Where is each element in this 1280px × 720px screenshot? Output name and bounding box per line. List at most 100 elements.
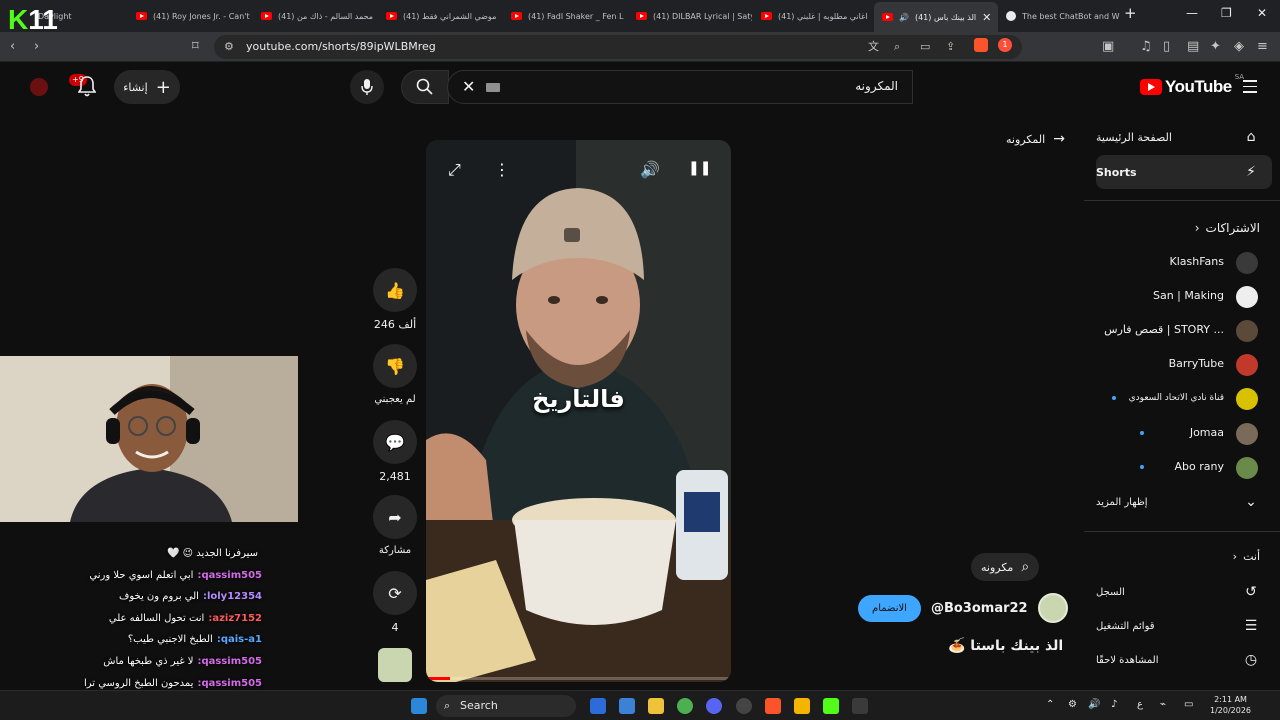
close-tab-icon[interactable]: ✕ xyxy=(982,11,991,24)
media-icon[interactable]: ♫ xyxy=(1140,39,1152,55)
share-button[interactable]: ➦ xyxy=(373,495,417,539)
channel-handle[interactable]: @Bo3omar22 xyxy=(931,601,1028,616)
sidebar-channel[interactable]: KlashFans xyxy=(1096,247,1272,277)
sound-thumbnail[interactable] xyxy=(378,648,412,682)
app-icon[interactable] xyxy=(590,698,606,714)
taskbar-search[interactable]: ⌕ Search xyxy=(436,695,576,717)
kick-icon[interactable] xyxy=(823,698,839,714)
battery-icon[interactable]: ▭ xyxy=(1184,699,1193,710)
chat-username[interactable]: qassim505: xyxy=(197,678,262,689)
sidebar-channel[interactable]: قصص فارس | STORY ... xyxy=(1096,315,1272,345)
subscriptions-header[interactable]: الاشتراكات ‹ xyxy=(1195,221,1260,235)
brave-icon[interactable] xyxy=(765,698,781,714)
sidebar-channel[interactable]: Abo rany xyxy=(1096,452,1272,482)
maximize-button[interactable]: ❐ xyxy=(1221,6,1232,20)
sidebar-item-watch-later[interactable]: المشاهدة لاحقًا ◷ xyxy=(1096,643,1272,677)
brave-rewards-icon[interactable]: 1 xyxy=(998,38,1012,52)
chat-username[interactable]: qassim505: xyxy=(197,570,262,581)
sidebar-channel[interactable]: قناة نادي الاتحاد السعودي xyxy=(1096,383,1272,413)
shorts-video-player[interactable]: ⤢ ⋮ 🔊 ❚❚ فالتاريخ xyxy=(426,140,731,682)
new-tab-button[interactable]: + xyxy=(1124,4,1137,22)
browser-tab[interactable]: (41) موضي الشمراني فقط xyxy=(378,4,502,28)
you-header[interactable]: أنت ‹ xyxy=(1233,550,1260,563)
app-icon[interactable] xyxy=(736,698,752,714)
share-icon[interactable]: ⇪ xyxy=(946,39,955,55)
chat-username[interactable]: aziz7152: xyxy=(208,613,262,624)
search-suggestion-chip[interactable]: ⌕ مكرونه xyxy=(971,553,1040,581)
cast-icon[interactable]: ▭ xyxy=(920,39,930,55)
browser-tab-active[interactable]: 🔊 (41) الذ بينك باس ✕ xyxy=(874,2,998,32)
translate-icon[interactable]: 文 xyxy=(868,39,879,55)
tray-chevron-icon[interactable]: ⌃ xyxy=(1046,699,1054,710)
wallet-icon[interactable]: ▤ xyxy=(1187,39,1199,55)
sidebar-item-history[interactable]: السجل ↺ xyxy=(1096,575,1272,609)
show-more-button[interactable]: إظهار المزيد ⌄ xyxy=(1096,485,1272,519)
app-icon[interactable] xyxy=(852,698,868,714)
bookmark-icon[interactable]: ⌑ xyxy=(192,39,199,55)
site-info-icon[interactable]: ⚙ xyxy=(224,39,234,55)
sidebar-item-playlists[interactable]: قوائم التشغيل ☰ xyxy=(1096,609,1272,643)
keyboard-icon[interactable] xyxy=(486,83,500,92)
browser-tab[interactable]: (41) اغاني مطلوبه | غلبني xyxy=(753,4,877,28)
language-indicator[interactable]: ع xyxy=(1137,699,1143,710)
vpn-icon[interactable]: ◈ xyxy=(1234,39,1244,55)
like-button[interactable]: 👍 xyxy=(373,268,417,312)
forward-icon[interactable]: › xyxy=(34,39,39,55)
sidebar-channel[interactable]: Jomaa xyxy=(1096,418,1272,448)
webcam-person xyxy=(0,356,298,522)
volume-tray-icon[interactable]: 🔊 xyxy=(1088,699,1100,710)
pause-icon[interactable]: ❚❚ xyxy=(688,160,711,176)
volume-icon[interactable]: 🔊 xyxy=(640,160,660,179)
reader-icon[interactable]: ▣ xyxy=(1102,39,1114,55)
avatar[interactable] xyxy=(30,78,48,96)
system-clock[interactable]: 2:11 AM 1/20/2026 xyxy=(1210,694,1251,716)
browser-tab[interactable]: (41) Roy Jones Jr. - Can't xyxy=(128,4,252,28)
remix-button[interactable]: ⟳ xyxy=(373,571,417,615)
ai-icon[interactable]: ✦ xyxy=(1210,39,1221,55)
sidebar-item-home[interactable]: الصفحة الرئيسية ⌂ xyxy=(1096,120,1272,154)
chat-username[interactable]: qais-a1: xyxy=(217,634,262,645)
join-button[interactable]: الانضمام xyxy=(858,594,921,622)
search-input[interactable]: ✕ المكرونه xyxy=(447,70,913,104)
back-to-results-link[interactable]: → المكرونه xyxy=(1006,131,1065,147)
create-button[interactable]: + إنشاء xyxy=(114,70,180,104)
clear-search-icon[interactable]: ✕ xyxy=(462,77,475,96)
chrome-icon[interactable] xyxy=(677,698,693,714)
mic-tray-icon[interactable]: ♪ xyxy=(1111,699,1117,710)
browser-tab[interactable]: (41) محمد السالم - ذاك من xyxy=(253,4,377,28)
dislike-button[interactable]: 👎 xyxy=(373,344,417,388)
back-icon[interactable]: ‹ xyxy=(10,39,15,55)
app-icon[interactable] xyxy=(794,698,810,714)
sidebar-channel[interactable]: San | Making xyxy=(1096,281,1272,311)
network-icon[interactable]: ⌁ xyxy=(1160,699,1166,710)
discord-icon[interactable] xyxy=(706,698,722,714)
voice-search-button[interactable] xyxy=(350,70,384,104)
browser-tab[interactable]: (41) DILBAR Lyrical | Saty xyxy=(628,4,752,28)
browser-tab[interactable]: (41) Fadl Shaker _ Fen L xyxy=(503,4,627,28)
video-progress-bar[interactable] xyxy=(426,677,731,680)
settings-tray-icon[interactable]: ⚙ xyxy=(1068,699,1077,710)
youtube-logo[interactable]: YouTube SA xyxy=(1140,73,1244,97)
more-options-icon[interactable]: ⋮ xyxy=(494,160,510,179)
file-explorer-icon[interactable] xyxy=(648,698,664,714)
sidebar-channel[interactable]: BarryTube xyxy=(1096,349,1272,379)
address-bar[interactable]: ⚙ youtube.com/shorts/89ipWLBMreg 文 ⌕ ▭ ⇪… xyxy=(214,35,1022,59)
browser-menu-icon[interactable]: ≡ xyxy=(1257,39,1268,55)
minimize-button[interactable]: — xyxy=(1186,6,1198,20)
bell-icon[interactable] xyxy=(78,75,96,97)
search-button[interactable] xyxy=(401,70,449,104)
sidebar-toggle-icon[interactable]: ▯ xyxy=(1163,39,1170,55)
channel-avatar[interactable] xyxy=(1037,593,1068,623)
close-window-button[interactable]: ✕ xyxy=(1257,6,1267,20)
browser-tab[interactable]: The best ChatBot and W xyxy=(998,4,1122,28)
zoom-icon[interactable]: ⌕ xyxy=(894,39,900,55)
fullscreen-icon[interactable]: ⤢ xyxy=(448,160,461,180)
store-icon[interactable] xyxy=(619,698,635,714)
windows-start-icon[interactable] xyxy=(411,698,427,714)
chat-username[interactable]: loly12354: xyxy=(203,591,262,602)
chat-username[interactable]: qassim505: xyxy=(197,656,262,667)
brave-shield-icon[interactable] xyxy=(974,38,988,52)
sidebar-item-shorts[interactable]: Shorts ⚡ xyxy=(1096,155,1272,189)
comments-button[interactable]: 💬 xyxy=(373,420,417,464)
hamburger-menu-icon[interactable] xyxy=(1243,80,1257,97)
